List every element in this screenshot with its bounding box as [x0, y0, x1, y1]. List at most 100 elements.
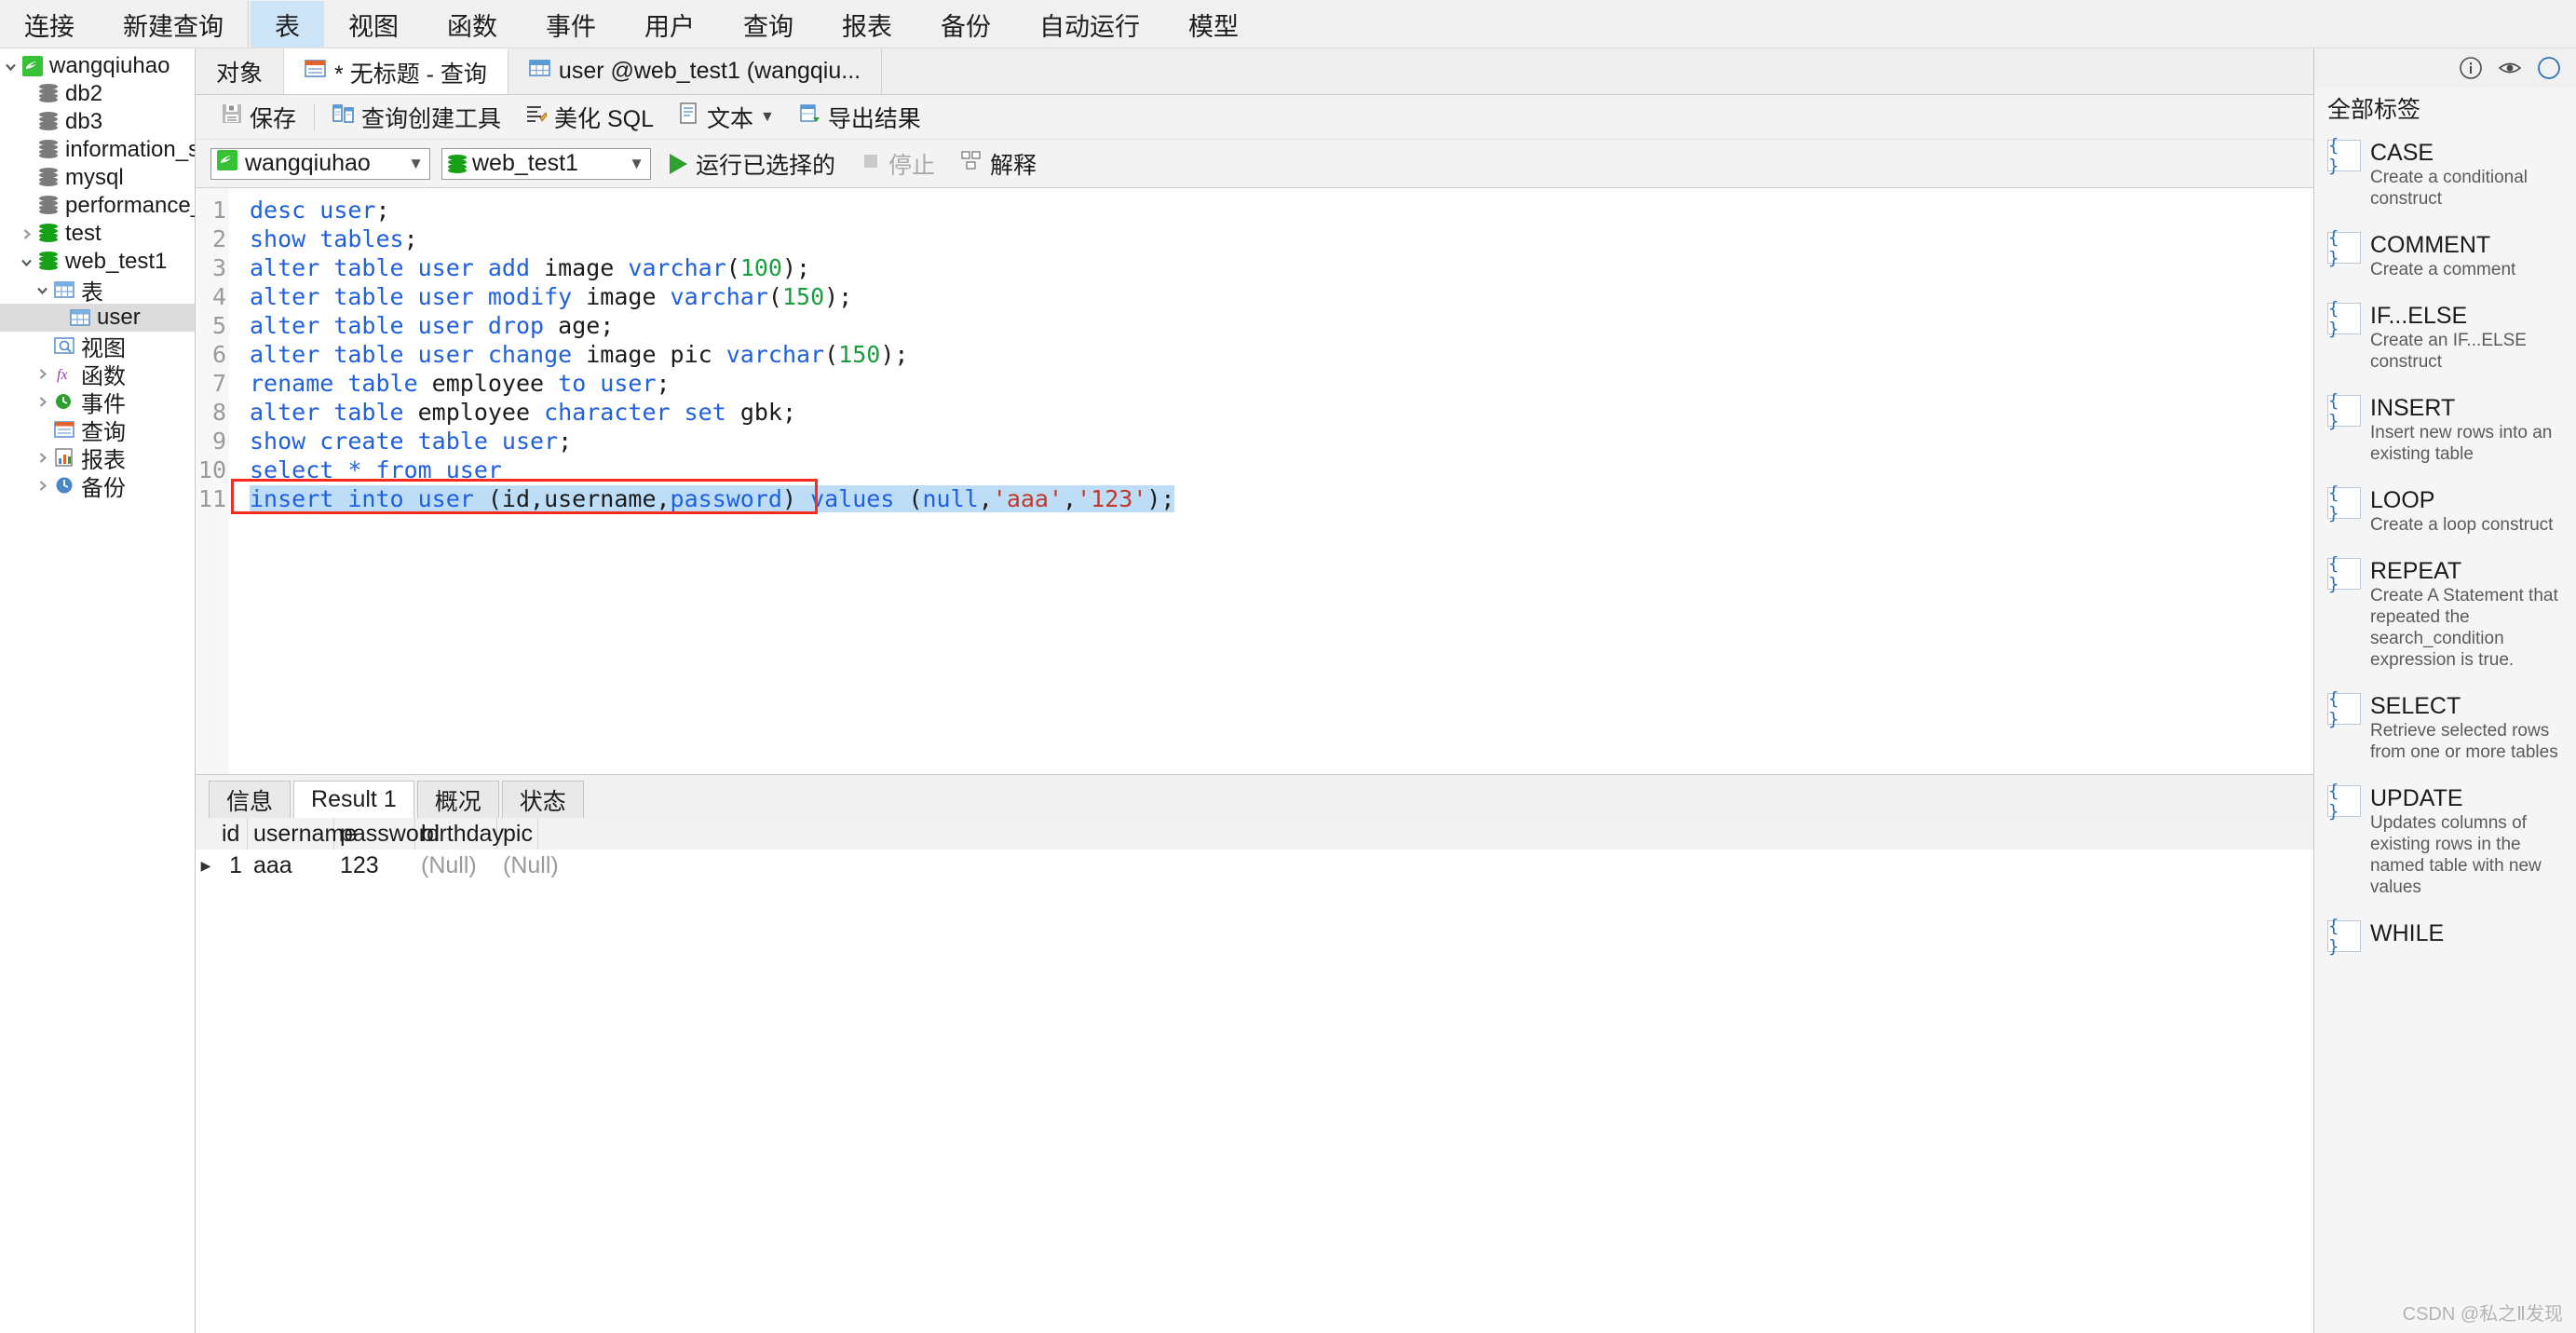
tree-node-information_schema[interactable]: information_schema: [0, 136, 195, 164]
code-line[interactable]: 10 select * from user: [196, 456, 2313, 484]
result-tab-result1[interactable]: Result 1: [293, 781, 414, 818]
explain-button[interactable]: 解释: [954, 147, 1044, 181]
beautify-sql-button[interactable]: 美化 SQL: [513, 100, 666, 135]
chevron-right-icon[interactable]: [32, 367, 52, 381]
chevron-right-icon[interactable]: [16, 227, 36, 241]
menu-function[interactable]: 函数: [423, 1, 522, 48]
chevron-down-icon[interactable]: [32, 283, 52, 297]
snippet-item-comment[interactable]: { } COMMENT Create a comment: [2314, 221, 2576, 292]
database-select[interactable]: web_test1 ▼: [441, 147, 651, 180]
chevron-down-icon[interactable]: ▼: [629, 155, 644, 173]
menu-backup[interactable]: 备份: [916, 1, 1015, 48]
menu-table[interactable]: 表: [251, 1, 324, 48]
tree-node--[interactable]: 事件: [0, 388, 195, 417]
save-button[interactable]: 保存: [209, 100, 308, 135]
code-line[interactable]: 1 desc user;: [196, 196, 2313, 224]
code-line[interactable]: 9 show create table user;: [196, 427, 2313, 456]
snippet-item-if-else[interactable]: { } IF...ELSE Create an IF...ELSE construc…: [2314, 292, 2576, 384]
tree-node-mysql[interactable]: mysql: [0, 164, 195, 192]
code-line[interactable]: 5 alter table user drop age;: [196, 311, 2313, 340]
result-tab-info[interactable]: 信息: [209, 781, 291, 818]
tree-node-db3[interactable]: db3: [0, 108, 195, 136]
menu-automation[interactable]: 自动运行: [1015, 1, 1164, 48]
column-header-username[interactable]: username: [248, 818, 357, 850]
tree-node-test[interactable]: test: [0, 220, 195, 248]
menu-query[interactable]: 查询: [719, 1, 818, 48]
chevron-down-icon[interactable]: [0, 60, 20, 74]
info-icon[interactable]: [2459, 56, 2483, 80]
chevron-down-icon[interactable]: ▼: [408, 155, 424, 173]
tree-node--[interactable]: 视图: [0, 332, 195, 361]
tree-node--[interactable]: 备份: [0, 471, 195, 501]
object-tree-sidebar[interactable]: wangqiuhao db2 db3 information_schemamysql p…: [0, 48, 196, 1333]
text-dropdown-caret[interactable]: ▼: [760, 109, 775, 126]
code-line[interactable]: 6 alter table user change image pic varch…: [196, 340, 2313, 369]
snippets-panel-toolbar[interactable]: [2314, 48, 2576, 88]
snippet-item-while[interactable]: { } WHILE: [2314, 909, 2576, 963]
code-line[interactable]: 8 alter table employee character set gbk;: [196, 398, 2313, 427]
column-header-pic[interactable]: pic: [497, 818, 538, 850]
text-button[interactable]: 文本 ▼: [666, 100, 787, 135]
tab-untitled-query[interactable]: * 无标题 - 查询: [284, 48, 508, 94]
query-toolbar[interactable]: 保存 查询创建工具 美化 SQL 文本 ▼ 导出结果: [196, 95, 2313, 140]
tree-node--[interactable]: 报表: [0, 443, 195, 473]
chevron-right-icon[interactable]: [32, 451, 52, 465]
cell-pic[interactable]: (Null): [497, 850, 559, 881]
column-header-id[interactable]: id: [216, 818, 248, 850]
snippet-item-update[interactable]: { } UPDATE Updates columns of existing row…: [2314, 774, 2576, 909]
cell-id[interactable]: 1: [216, 850, 248, 881]
menu-report[interactable]: 报表: [818, 1, 916, 48]
eye-icon[interactable]: [2498, 56, 2522, 80]
cell-password[interactable]: 123: [334, 850, 415, 881]
menu-connection[interactable]: 连接: [0, 1, 99, 48]
stop-button[interactable]: 停止: [854, 147, 942, 181]
sql-code[interactable]: 1 desc user; 2 show tables; 3 alter table use…: [196, 196, 2313, 513]
editor-tabstrip[interactable]: 对象 * 无标题 - 查询 user @web_test1 (wangqiu..…: [196, 48, 2313, 95]
tree-node--[interactable]: 表: [0, 276, 195, 306]
snippet-item-select[interactable]: { } SELECT Retrieve selected rows from one…: [2314, 682, 2576, 774]
column-header-password[interactable]: password: [334, 818, 440, 850]
tree-node-performance_schema[interactable]: performance_schema: [0, 192, 195, 220]
help-icon[interactable]: [2537, 56, 2561, 80]
tree-node-web_test1[interactable]: web_test1: [0, 248, 195, 276]
code-line[interactable]: 2 show tables;: [196, 224, 2313, 253]
snippet-item-insert[interactable]: { } INSERT Insert new rows into an existin…: [2314, 384, 2576, 476]
tree-node-wangqiuhao[interactable]: wangqiuhao: [0, 52, 195, 80]
code-line[interactable]: 7 rename table employee to user;: [196, 369, 2313, 398]
code-line[interactable]: 3 alter table user add image varchar(100)…: [196, 253, 2313, 282]
result-tab-profile[interactable]: 概况: [416, 781, 499, 818]
tab-user-table[interactable]: user @web_test1 (wangqiu...: [508, 48, 883, 94]
tree-node--[interactable]: fx 函数: [0, 360, 195, 389]
column-header-birthday[interactable]: birthday: [415, 818, 504, 850]
chevron-down-icon[interactable]: [16, 255, 36, 269]
connection-select[interactable]: wangqiuhao ▼: [210, 147, 430, 180]
tree-node--[interactable]: 查询: [0, 415, 195, 445]
chevron-right-icon[interactable]: [32, 395, 52, 409]
snippets-list[interactable]: { } CASE Create a conditional construct{ }…: [2314, 129, 2576, 1333]
results-tabstrip[interactable]: 信息 Result 1 概况 状态: [196, 775, 2313, 818]
snippet-item-case[interactable]: { } CASE Create a conditional construct: [2314, 129, 2576, 221]
menu-new-query[interactable]: 新建查询: [99, 1, 249, 48]
snippet-item-repeat[interactable]: { } REPEAT Create A Statement that repeate…: [2314, 547, 2576, 682]
tree-node-db2[interactable]: db2: [0, 80, 195, 108]
result-grid[interactable]: id username password birthday pic ▶ 1 aaa 123 (N…: [196, 818, 2313, 1333]
run-selected-button[interactable]: 运行已选择的: [662, 147, 843, 181]
code-line[interactable]: 4 alter table user modify image varchar(1…: [196, 282, 2313, 311]
menu-view[interactable]: 视图: [324, 1, 423, 48]
menu-model[interactable]: 模型: [1164, 1, 1263, 48]
snippet-item-loop[interactable]: { } LOOP Create a loop construct: [2314, 476, 2576, 547]
cell-birthday[interactable]: (Null): [415, 850, 497, 881]
query-builder-button[interactable]: 查询创建工具: [320, 100, 513, 135]
table-row[interactable]: ▶ 1 aaa 123 (Null) (Null): [196, 850, 2313, 881]
tab-object[interactable]: 对象: [196, 48, 285, 94]
run-toolbar[interactable]: wangqiuhao ▼ web_test1 ▼ 运行已选择的 停止 解释: [196, 140, 2313, 188]
menu-event[interactable]: 事件: [522, 1, 620, 48]
export-result-button[interactable]: 导出结果: [787, 100, 933, 135]
result-grid-body[interactable]: ▶ 1 aaa 123 (Null) (Null): [196, 850, 2313, 881]
result-tab-status[interactable]: 状态: [501, 781, 584, 818]
code-line[interactable]: 11 insert into user (id,username,password…: [196, 484, 2313, 513]
sql-editor[interactable]: 1 desc user; 2 show tables; 3 alter table use…: [196, 188, 2313, 774]
menu-user[interactable]: 用户: [620, 1, 719, 48]
chevron-right-icon[interactable]: [32, 479, 52, 493]
cell-username[interactable]: aaa: [248, 850, 334, 881]
